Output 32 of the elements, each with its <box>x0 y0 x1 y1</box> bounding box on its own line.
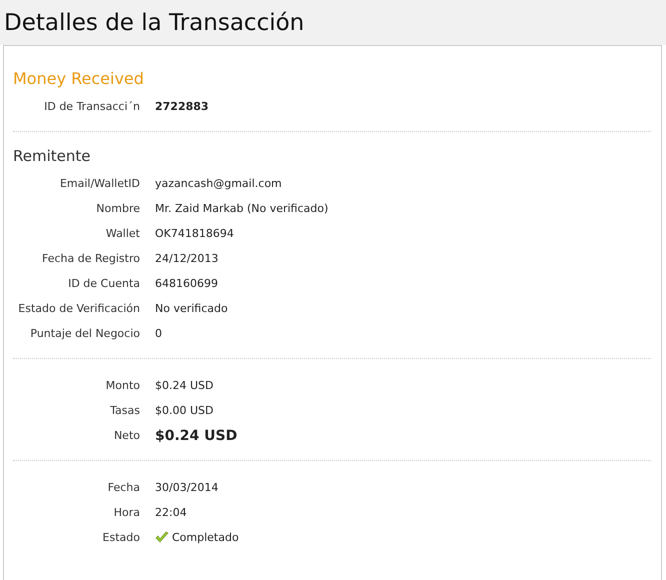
field-value: 24/12/2013 <box>155 252 218 265</box>
field-value: $0.24 USD <box>155 379 214 392</box>
field-value: $0.24 USD <box>155 428 238 444</box>
field-value: OK741818694 <box>155 227 234 240</box>
section-title: Money Received <box>13 69 144 88</box>
field-value: 2722883 <box>155 100 209 113</box>
field-value: yazancash@gmail.com <box>155 177 282 190</box>
field-value: Mr. Zaid Markab (No verificado) <box>155 202 328 215</box>
field-value: 22:04 <box>155 506 187 519</box>
field-label: Fecha <box>106 481 140 494</box>
field-value: 30/03/2014 <box>155 481 218 494</box>
field-value: Completado <box>172 531 239 544</box>
field-label: Tasas <box>109 404 140 417</box>
field-label: Email/WalletID <box>58 177 140 190</box>
field-label: ID de Transacci´n <box>43 100 140 113</box>
field-label: Nombre <box>95 202 140 215</box>
field-label: Neto <box>112 429 140 442</box>
field-value: $0.00 USD <box>155 404 214 417</box>
field-label: Estado <box>102 531 140 544</box>
field-value: No verificado <box>155 302 228 315</box>
field-label: Hora <box>112 506 140 519</box>
field-label: Puntaje del Negocio <box>29 327 140 340</box>
check-icon <box>155 531 169 544</box>
field-label: Monto <box>104 379 140 392</box>
field-label: Wallet <box>104 227 140 240</box>
field-value: 0 <box>155 327 162 340</box>
field-label: Fecha de Registro <box>40 252 140 265</box>
field-label: Estado de Verificación <box>17 302 140 315</box>
section-title: Remitente <box>13 147 90 165</box>
page-title: Detalles de la Transacción <box>4 10 304 36</box>
field-label: ID de Cuenta <box>67 277 140 290</box>
field-value: 648160699 <box>155 277 218 290</box>
